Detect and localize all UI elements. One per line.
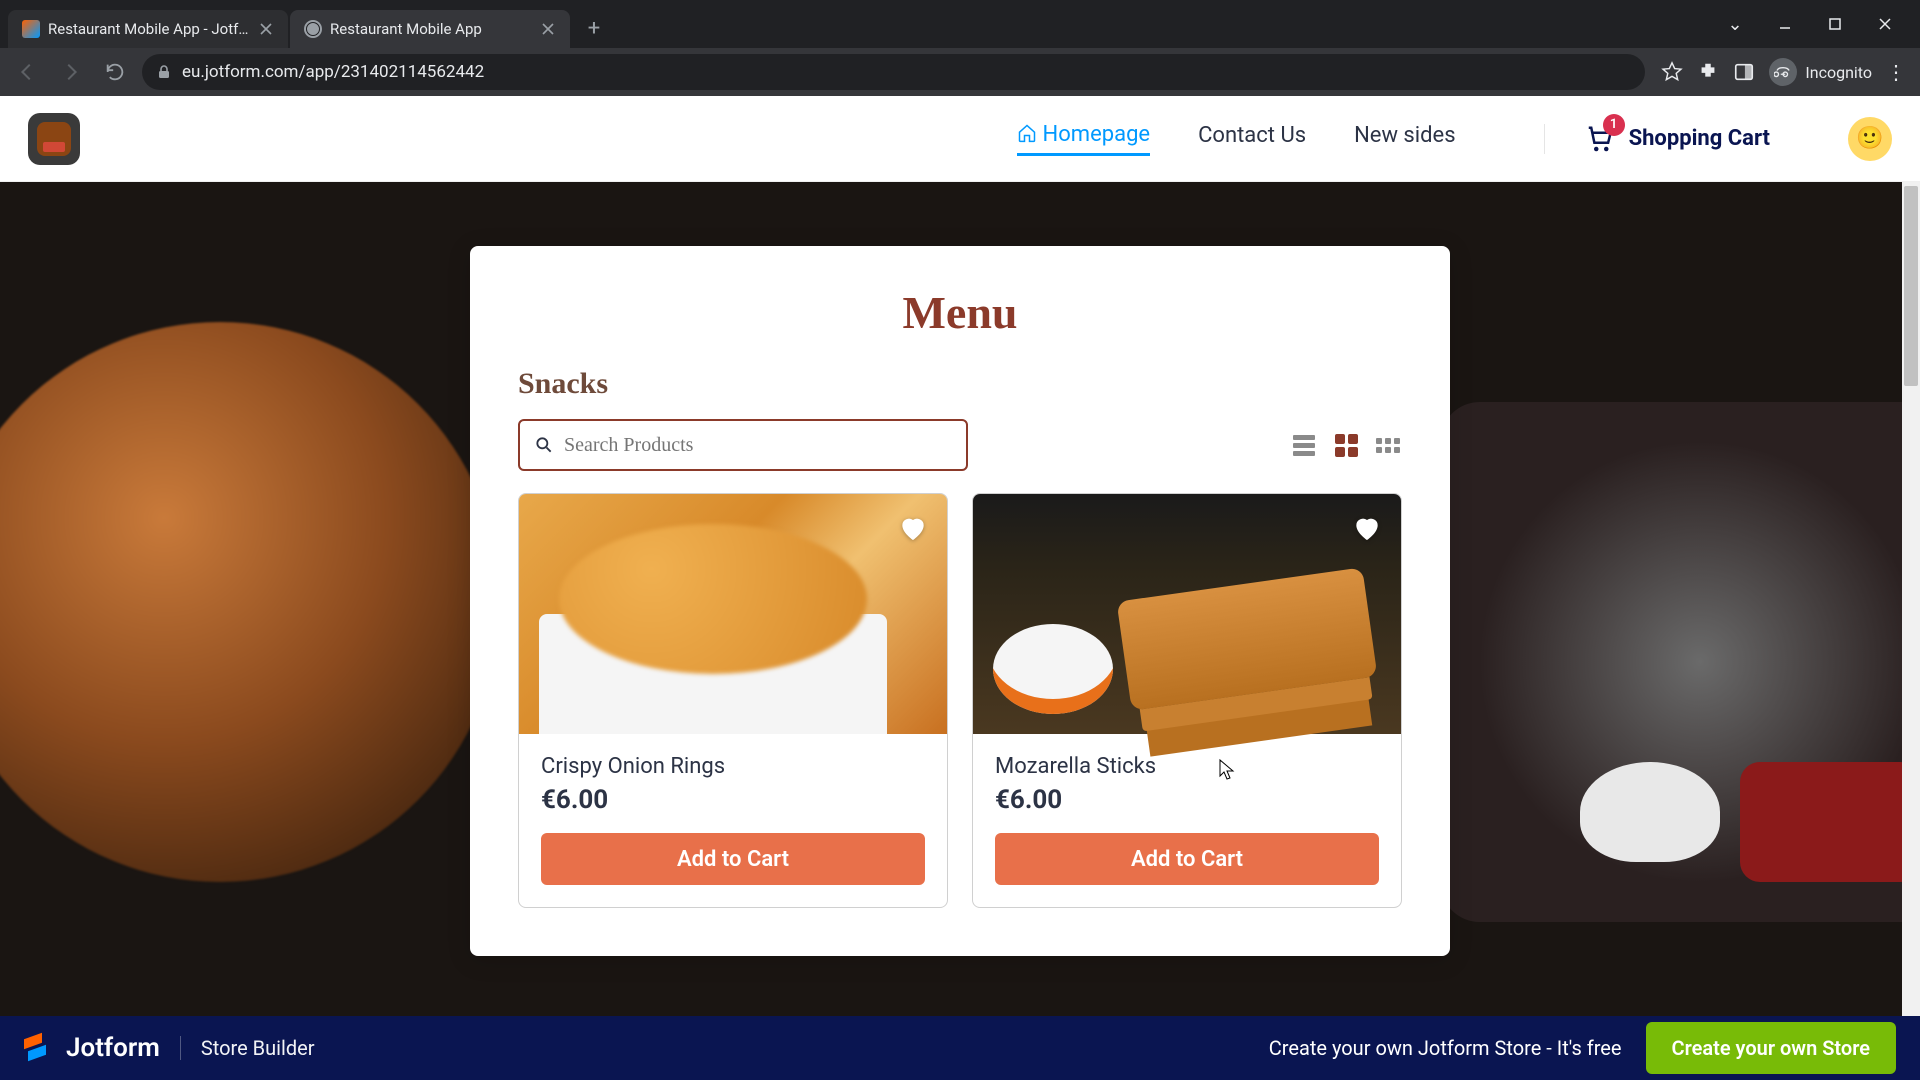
favicon-icon bbox=[304, 20, 322, 38]
create-store-button[interactable]: Create your own Store bbox=[1646, 1022, 1896, 1074]
browser-tab[interactable]: Restaurant Mobile App - Jotform bbox=[8, 10, 288, 48]
background-image bbox=[0, 322, 500, 882]
product-image bbox=[973, 494, 1401, 734]
close-window-button[interactable] bbox=[1862, 6, 1908, 42]
browser-titlebar: Restaurant Mobile App - Jotform Restaura… bbox=[0, 0, 1920, 48]
cart-badge: 1 bbox=[1603, 114, 1625, 136]
product-name: Crispy Onion Rings bbox=[541, 754, 925, 779]
jotform-logo[interactable]: Jotform bbox=[24, 1032, 160, 1064]
forward-button[interactable] bbox=[54, 55, 88, 89]
jotform-banner: Jotform Store Builder Create your own Jo… bbox=[0, 1016, 1920, 1080]
tab-search-button[interactable]: ⌄ bbox=[1712, 6, 1758, 42]
new-tab-button[interactable]: + bbox=[578, 12, 610, 44]
menu-title: Menu bbox=[518, 286, 1402, 339]
nav-homepage[interactable]: Homepage bbox=[1017, 122, 1151, 156]
close-icon[interactable] bbox=[258, 21, 274, 37]
menu-card: Menu Snacks bbox=[470, 246, 1450, 956]
nav-contact[interactable]: Contact Us bbox=[1198, 123, 1306, 154]
back-button[interactable] bbox=[10, 55, 44, 89]
browser-addressbar: eu.jotform.com/app/231402114562442 Incog… bbox=[0, 48, 1920, 96]
avatar[interactable]: 🙂 bbox=[1848, 117, 1892, 161]
favicon-icon bbox=[22, 20, 40, 38]
lock-icon bbox=[156, 64, 172, 80]
menu-controls bbox=[518, 419, 1402, 471]
incognito-icon bbox=[1769, 58, 1797, 86]
favorite-button[interactable] bbox=[897, 512, 929, 544]
nav-label: Contact Us bbox=[1198, 123, 1306, 148]
menu-button[interactable]: ⋮ bbox=[1886, 60, 1904, 84]
nav-label: Homepage bbox=[1043, 122, 1151, 147]
url-text: eu.jotform.com/app/231402114562442 bbox=[182, 62, 1631, 82]
home-icon bbox=[1017, 122, 1037, 147]
product-price: €6.00 bbox=[995, 785, 1379, 815]
sidepanel-button[interactable] bbox=[1733, 61, 1755, 83]
page-viewport: Homepage Contact Us New sides 1 Shopping… bbox=[0, 96, 1920, 1016]
favorite-button[interactable] bbox=[1351, 512, 1383, 544]
nav-label: New sides bbox=[1354, 123, 1455, 148]
scrollbar[interactable] bbox=[1902, 182, 1920, 1016]
window-controls: ⌄ bbox=[1712, 6, 1912, 42]
product-card[interactable]: Crispy Onion Rings €6.00 Add to Cart bbox=[518, 493, 948, 908]
search-input-wrapper[interactable] bbox=[518, 419, 968, 471]
view-list-button[interactable] bbox=[1290, 431, 1318, 459]
brand-name: Jotform bbox=[66, 1033, 160, 1063]
app-logo[interactable] bbox=[28, 113, 80, 165]
jotform-mark-icon bbox=[24, 1032, 56, 1064]
search-icon bbox=[534, 435, 554, 455]
app-nav: Homepage Contact Us New sides 1 Shopping… bbox=[1017, 117, 1892, 161]
address-bar[interactable]: eu.jotform.com/app/231402114562442 bbox=[142, 54, 1645, 90]
cart-icon: 1 bbox=[1585, 124, 1615, 154]
banner-cta-text: Create your own Jotform Store - It's fre… bbox=[1269, 1036, 1622, 1060]
product-image bbox=[519, 494, 947, 734]
add-to-cart-button[interactable]: Add to Cart bbox=[995, 833, 1379, 885]
close-icon[interactable] bbox=[540, 21, 556, 37]
category-heading: Snacks bbox=[518, 367, 1402, 401]
tab-title: Restaurant Mobile App bbox=[330, 20, 532, 38]
tab-title: Restaurant Mobile App - Jotform bbox=[48, 20, 250, 38]
app-header: Homepage Contact Us New sides 1 Shopping… bbox=[0, 96, 1920, 182]
scrollbar-thumb[interactable] bbox=[1904, 186, 1918, 386]
incognito-indicator[interactable]: Incognito bbox=[1769, 58, 1872, 86]
browser-tab[interactable]: Restaurant Mobile App bbox=[290, 10, 570, 48]
incognito-label: Incognito bbox=[1805, 63, 1872, 82]
reload-button[interactable] bbox=[98, 55, 132, 89]
maximize-button[interactable] bbox=[1812, 6, 1858, 42]
product-name: Mozarella Sticks bbox=[995, 754, 1379, 779]
minimize-button[interactable] bbox=[1762, 6, 1808, 42]
browser-tabs: Restaurant Mobile App - Jotform Restaura… bbox=[8, 0, 1712, 48]
product-grid: Crispy Onion Rings €6.00 Add to Cart Moz… bbox=[518, 493, 1402, 908]
view-toggles bbox=[1290, 431, 1402, 459]
page-main: Menu Snacks bbox=[0, 182, 1920, 1016]
add-to-cart-button[interactable]: Add to Cart bbox=[541, 833, 925, 885]
extensions-button[interactable] bbox=[1697, 61, 1719, 83]
search-input[interactable] bbox=[564, 434, 952, 457]
cart-label: Shopping Cart bbox=[1629, 126, 1770, 151]
background-image bbox=[1440, 402, 1920, 922]
product-card[interactable]: Mozarella Sticks €6.00 Add to Cart bbox=[972, 493, 1402, 908]
banner-subtitle: Store Builder bbox=[180, 1036, 315, 1060]
shopping-cart[interactable]: 1 Shopping Cart bbox=[1544, 124, 1770, 154]
bookmark-button[interactable] bbox=[1661, 61, 1683, 83]
nav-newsides[interactable]: New sides bbox=[1354, 123, 1455, 154]
view-grid-3-button[interactable] bbox=[1374, 431, 1402, 459]
product-price: €6.00 bbox=[541, 785, 925, 815]
toolbar-icons: Incognito ⋮ bbox=[1655, 58, 1910, 86]
view-grid-2-button[interactable] bbox=[1332, 431, 1360, 459]
